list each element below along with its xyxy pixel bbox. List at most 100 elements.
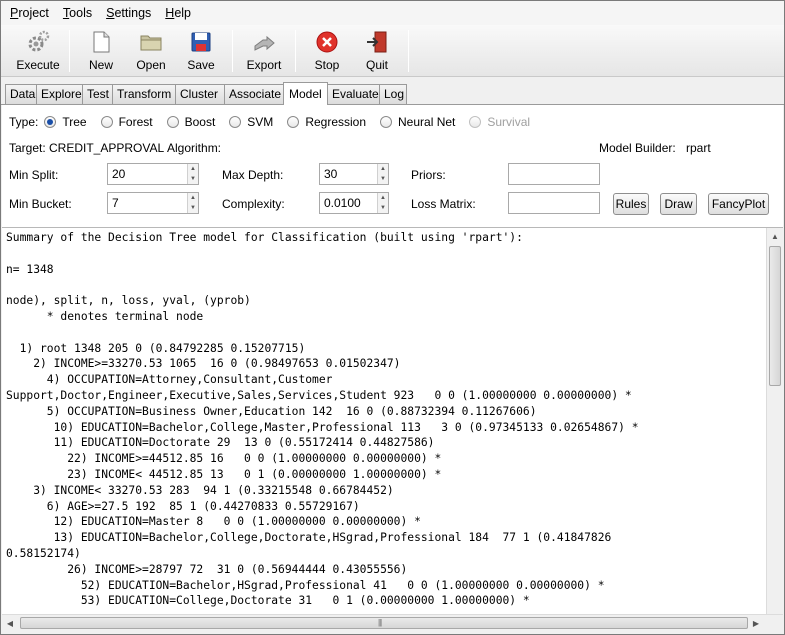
stop-icon <box>315 30 339 54</box>
rattle-window: Project Tools Settings Help Execute New … <box>0 0 785 635</box>
output-line: 11) EDUCATION=Doctorate 29 13 0 (0.55172… <box>6 436 435 450</box>
horizontal-scroll-thumb[interactable] <box>20 617 748 629</box>
tab-evaluate[interactable]: Evaluate <box>327 84 380 104</box>
output-line: 5) OCCUPATION=Business Owner,Education 1… <box>6 404 537 418</box>
horizontal-scrollbar[interactable]: ◀ ||| ▶ <box>2 614 783 631</box>
spin-up-icon[interactable]: ▲ <box>378 193 388 203</box>
quit-button[interactable]: Quit <box>352 25 402 75</box>
open-button[interactable]: Open <box>126 25 176 75</box>
radio-tree[interactable]: Tree <box>44 115 87 129</box>
tab-cluster[interactable]: Cluster <box>175 84 225 104</box>
radio-forest[interactable]: Forest <box>100 115 153 129</box>
model-builder-label: Model Builder: <box>599 141 676 155</box>
max-depth-spinner[interactable]: 30 ▲ ▼ <box>319 163 389 185</box>
radio-icon <box>287 116 300 128</box>
fancyplot-button[interactable]: FancyPlot <box>708 193 769 215</box>
save-button[interactable]: Save <box>176 25 226 75</box>
priors-input[interactable] <box>508 163 600 185</box>
scroll-grip-icon: ||| <box>378 618 382 627</box>
toolbar-separator <box>69 30 70 72</box>
execute-button[interactable]: Execute <box>13 25 63 75</box>
scroll-left-icon[interactable]: ◀ <box>2 615 18 631</box>
tab-explore[interactable]: Explore <box>36 84 83 104</box>
stop-button[interactable]: Stop <box>302 25 352 75</box>
model-output-textview[interactable]: Summary of the Decision Tree model for C… <box>2 227 783 631</box>
model-type-row: Type: Tree Forest Boost SVM Regression N… <box>9 115 544 129</box>
output-line: 26) INCOME>=28797 72 31 0 (0.56944444 0.… <box>6 562 408 576</box>
menu-settings[interactable]: Settings <box>101 6 156 20</box>
type-label: Type: <box>9 115 39 129</box>
menu-project[interactable]: Project <box>5 6 54 20</box>
radio-selected-icon <box>44 116 57 128</box>
notebook-tabs: Data Explore Test Transform Cluster Asso… <box>1 81 784 105</box>
radio-boost[interactable]: Boost <box>166 115 215 129</box>
model-builder-value: rpart <box>686 141 711 155</box>
spin-down-icon[interactable]: ▼ <box>378 174 388 184</box>
toolbar: Execute New Open Save Export Stop Quit <box>1 25 784 77</box>
spin-up-icon[interactable]: ▲ <box>188 164 198 174</box>
gears-icon <box>26 30 50 54</box>
output-line: 53) EDUCATION=College,Doctorate 31 0 1 (… <box>6 594 530 608</box>
rules-button[interactable]: Rules <box>613 193 649 215</box>
toolbar-separator <box>232 30 233 72</box>
min-split-spinner[interactable]: 20 ▲ ▼ <box>107 163 199 185</box>
radio-icon <box>380 116 393 128</box>
menu-tools[interactable]: Tools <box>58 6 97 20</box>
menu-help[interactable]: Help <box>160 6 196 20</box>
loss-matrix-input[interactable] <box>508 192 600 214</box>
complexity-spinner[interactable]: 0.0100 ▲ ▼ <box>319 192 389 214</box>
tab-log[interactable]: Log <box>379 84 407 104</box>
output-line: 0.58152174) <box>6 546 81 560</box>
spin-up-icon[interactable]: ▲ <box>378 164 388 174</box>
menubar: Project Tools Settings Help <box>1 1 784 25</box>
tab-data[interactable]: Data <box>5 84 37 104</box>
export-button[interactable]: Export <box>239 25 289 75</box>
tab-transform[interactable]: Transform <box>112 84 176 104</box>
radio-icon <box>166 116 179 128</box>
radio-survival: Survival <box>469 115 530 129</box>
min-bucket-spinner[interactable]: 7 ▲ ▼ <box>107 192 199 214</box>
tab-associate[interactable]: Associate <box>224 84 284 104</box>
draw-button[interactable]: Draw <box>660 193 697 215</box>
radio-icon <box>229 116 242 128</box>
output-line: 13) EDUCATION=Bachelor,College,Doctorate… <box>6 531 612 545</box>
tab-model[interactable]: Model <box>283 82 328 105</box>
min-split-label: Min Split: <box>9 168 59 182</box>
exit-door-icon <box>365 30 389 54</box>
model-options-panel: Type: Tree Forest Boost SVM Regression N… <box>2 105 783 227</box>
vertical-scrollbar[interactable]: ▲ <box>766 228 783 615</box>
output-line: 10) EDUCATION=Bachelor,College,Master,Pr… <box>6 420 639 434</box>
output-line: 23) INCOME< 44512.85 13 0 1 (0.00000000 … <box>6 467 442 481</box>
min-bucket-label: Min Bucket: <box>9 197 72 211</box>
output-line: n= 1348 <box>6 262 54 276</box>
vertical-scroll-thumb[interactable] <box>769 246 781 386</box>
new-button[interactable]: New <box>76 25 126 75</box>
output-line: 12) EDUCATION=Master 8 0 0 (1.00000000 0… <box>6 515 421 529</box>
output-line: 22) INCOME>=44512.85 16 0 0 (1.00000000 … <box>6 452 442 466</box>
radio-icon <box>469 116 482 128</box>
scroll-right-icon[interactable]: ▶ <box>748 615 764 631</box>
folder-icon <box>139 30 163 54</box>
output-line: Summary of the Decision Tree model for C… <box>6 231 523 244</box>
spin-down-icon[interactable]: ▼ <box>188 174 198 184</box>
spin-down-icon[interactable]: ▼ <box>378 203 388 213</box>
radio-regression[interactable]: Regression <box>287 115 366 129</box>
target-label: Target: CREDIT_APPROVAL <box>9 141 165 155</box>
spin-down-icon[interactable]: ▼ <box>188 203 198 213</box>
toolbar-separator <box>408 30 409 72</box>
radio-neural-net[interactable]: Neural Net <box>380 115 455 129</box>
export-icon <box>252 30 276 54</box>
loss-matrix-label: Loss Matrix: <box>411 197 476 211</box>
output-line: * denotes terminal node <box>6 309 204 323</box>
output-line: 52) EDUCATION=Bachelor,HSgrad,Profession… <box>6 578 605 592</box>
output-line: 1) root 1348 205 0 (0.84792285 0.1520771… <box>6 341 306 355</box>
output-line: 4) OCCUPATION=Attorney,Consultant,Custom… <box>6 373 333 387</box>
tab-test[interactable]: Test <box>82 84 113 104</box>
output-line: node), split, n, loss, yval, (yprob) <box>6 294 251 308</box>
priors-label: Priors: <box>411 168 446 182</box>
radio-svm[interactable]: SVM <box>229 115 273 129</box>
spin-up-icon[interactable]: ▲ <box>188 193 198 203</box>
scroll-up-icon[interactable]: ▲ <box>767 228 783 244</box>
